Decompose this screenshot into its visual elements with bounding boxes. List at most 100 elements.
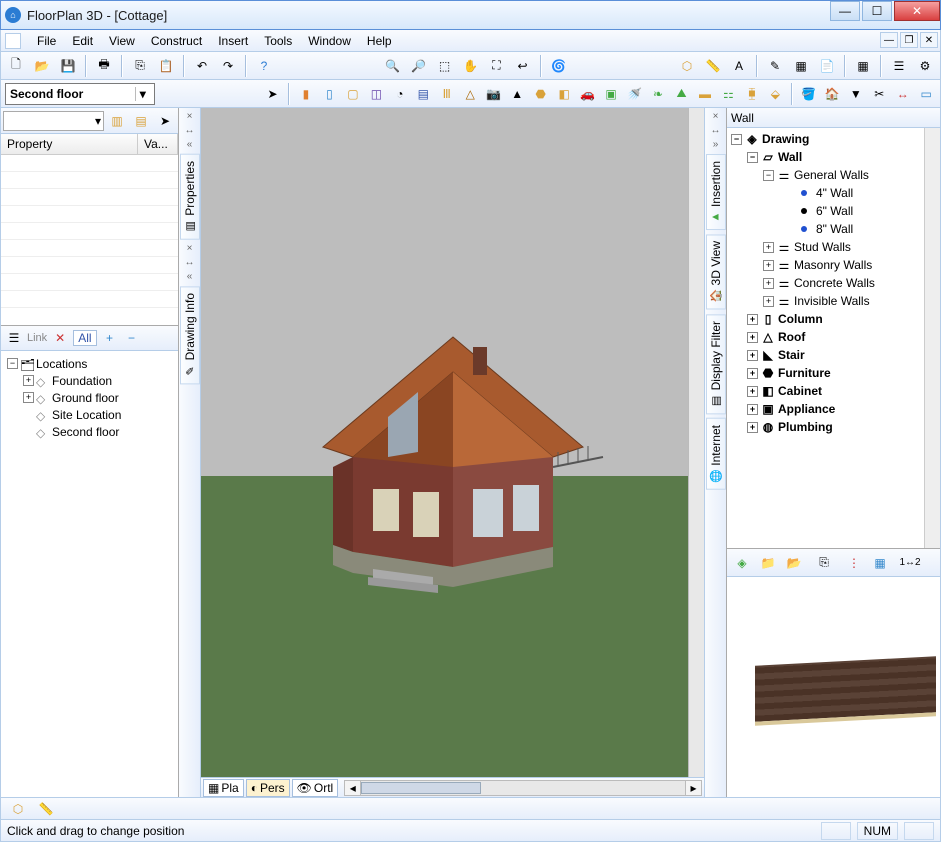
tab-perspective[interactable]: ◐Pers: [246, 779, 290, 797]
zoom-in-button[interactable]: 🔍: [382, 55, 404, 77]
ct-appliance[interactable]: +▣Appliance: [729, 400, 938, 418]
floor-selector[interactable]: Second floor ▾: [5, 83, 155, 105]
railing-tool[interactable]: Ⅲ: [437, 83, 456, 105]
pv-btn-7[interactable]: 1↔2: [899, 552, 921, 574]
measure-button[interactable]: 📏: [702, 55, 724, 77]
collapse-icon[interactable]: −: [763, 170, 774, 181]
stair-tool[interactable]: ▤: [414, 83, 433, 105]
layers-button[interactable]: ☰: [888, 55, 910, 77]
menu-tools[interactable]: Tools: [256, 32, 300, 50]
pin-icon[interactable]: »: [713, 140, 719, 150]
loc-filter-all[interactable]: All: [73, 330, 96, 346]
trim-tool[interactable]: ✂: [870, 83, 889, 105]
menu-help[interactable]: Help: [359, 32, 400, 50]
pv-btn-1[interactable]: ◈: [731, 552, 753, 574]
loc-delete-button[interactable]: ✕: [51, 327, 69, 349]
ct-wall-6[interactable]: 6" Wall: [729, 202, 938, 220]
tree-item-site[interactable]: ◇ Site Location: [5, 406, 174, 423]
new-button[interactable]: 🗋: [5, 55, 27, 77]
ct-invisible-walls[interactable]: +⚌Invisible Walls: [729, 292, 938, 310]
prop-btn-3[interactable]: ➤: [154, 110, 176, 132]
print-button[interactable]: 🖶: [93, 55, 115, 77]
close-panel-icon[interactable]: ×: [713, 112, 719, 122]
render-button[interactable]: ⬡: [7, 798, 29, 820]
tree-item-ground[interactable]: + ◇ Ground floor: [5, 389, 174, 406]
car-tool[interactable]: 🚗: [578, 83, 597, 105]
select-tool[interactable]: ➤: [263, 83, 282, 105]
mdi-close-button[interactable]: ✕: [920, 32, 938, 48]
expand-icon[interactable]: +: [763, 296, 774, 307]
fence-tool[interactable]: ⚏: [719, 83, 738, 105]
tab-3dview[interactable]: 🏠3D View: [706, 234, 726, 309]
wall-tool[interactable]: ▮: [296, 83, 315, 105]
tab-insertion[interactable]: ▲Insertion: [706, 154, 726, 230]
drag-icon[interactable]: ↔: [185, 258, 195, 268]
scroll-left-icon[interactable]: ◂: [345, 781, 361, 795]
menu-window[interactable]: Window: [300, 32, 359, 50]
pv-btn-5[interactable]: ⋮: [843, 552, 865, 574]
ct-general-walls[interactable]: −⚌General Walls: [729, 166, 938, 184]
pin-icon[interactable]: «: [187, 140, 193, 150]
fill-tool[interactable]: 🪣: [799, 83, 818, 105]
prop-btn-2[interactable]: ▤: [130, 110, 152, 132]
paste-button[interactable]: 📋: [155, 55, 177, 77]
door-tool[interactable]: ▢: [343, 83, 362, 105]
tab-display-filter[interactable]: ▤Display Filter: [706, 314, 726, 414]
collapse-icon[interactable]: −: [731, 134, 742, 145]
zoom-previous-button[interactable]: ↩: [512, 55, 534, 77]
terrain-tool[interactable]: ⛰: [672, 83, 691, 105]
tab-drawing-info[interactable]: ✎Drawing Info: [180, 286, 200, 384]
locations-tree[interactable]: − 🗂 Locations + ◇ Foundation + ◇ Ground …: [1, 351, 178, 797]
preview-pane[interactable]: [727, 577, 940, 797]
ct-stud-walls[interactable]: +⚌Stud Walls: [729, 238, 938, 256]
grid-button[interactable]: ▦: [852, 55, 874, 77]
close-button[interactable]: ✕: [894, 1, 940, 21]
ct-concrete-walls[interactable]: +⚌Concrete Walls: [729, 274, 938, 292]
terrain-wizard-button[interactable]: ▼: [846, 83, 865, 105]
materials-button[interactable]: ✎: [764, 55, 786, 77]
maximize-button[interactable]: ☐: [862, 1, 892, 21]
expand-icon[interactable]: +: [763, 242, 774, 253]
roof-tool[interactable]: △: [461, 83, 480, 105]
slab-tool[interactable]: ▬: [695, 83, 714, 105]
redo-button[interactable]: ↷: [217, 55, 239, 77]
pin-icon[interactable]: «: [187, 272, 193, 282]
pv-btn-4[interactable]: ⎘: [813, 552, 835, 574]
dimension-tool[interactable]: ↔: [893, 83, 912, 105]
tree-root[interactable]: − 🗂 Locations: [5, 355, 174, 372]
expand-icon[interactable]: +: [747, 332, 758, 343]
plant-tool[interactable]: ❧: [648, 83, 667, 105]
estimate-button[interactable]: 📄: [816, 55, 838, 77]
loc-pick-button[interactable]: ☰: [5, 327, 23, 349]
expand-icon[interactable]: +: [747, 404, 758, 415]
settings-button[interactable]: ⚙: [914, 55, 936, 77]
mdi-restore-button[interactable]: ❐: [900, 32, 918, 48]
house-wizard-button[interactable]: 🏠: [823, 83, 842, 105]
pv-btn-6[interactable]: ▦: [869, 552, 891, 574]
tab-internet[interactable]: 🌐Internet: [706, 418, 726, 490]
expand-icon[interactable]: +: [747, 350, 758, 361]
menu-insert[interactable]: Insert: [210, 32, 256, 50]
minimize-button[interactable]: —: [830, 1, 860, 21]
gate-tool[interactable]: ⧯: [742, 83, 761, 105]
expand-icon[interactable]: +: [747, 422, 758, 433]
scroll-right-icon[interactable]: ▸: [685, 781, 701, 795]
scroll-thumb[interactable]: [361, 782, 481, 794]
camera-tool[interactable]: 📷: [484, 83, 503, 105]
expand-icon[interactable]: +: [23, 375, 34, 386]
pv-btn-3[interactable]: 📂: [783, 552, 805, 574]
expand-icon[interactable]: +: [747, 314, 758, 325]
tree-item-foundation[interactable]: + ◇ Foundation: [5, 372, 174, 389]
light-tool[interactable]: ▲: [507, 83, 526, 105]
ct-plumbing[interactable]: +◍Plumbing: [729, 418, 938, 436]
tab-properties[interactable]: ▥Properties: [180, 154, 200, 240]
pv-btn-2[interactable]: 📁: [757, 552, 779, 574]
loc-add-button[interactable]: +: [101, 327, 119, 349]
ct-wall-8[interactable]: 8" Wall: [729, 220, 938, 238]
loc-remove-button[interactable]: −: [123, 327, 141, 349]
col-property[interactable]: Property: [1, 134, 138, 154]
drag-icon[interactable]: ↔: [711, 126, 721, 136]
opening-tool[interactable]: ◔: [390, 83, 409, 105]
expand-icon[interactable]: +: [747, 386, 758, 397]
mdi-minimize-button[interactable]: —: [880, 32, 898, 48]
